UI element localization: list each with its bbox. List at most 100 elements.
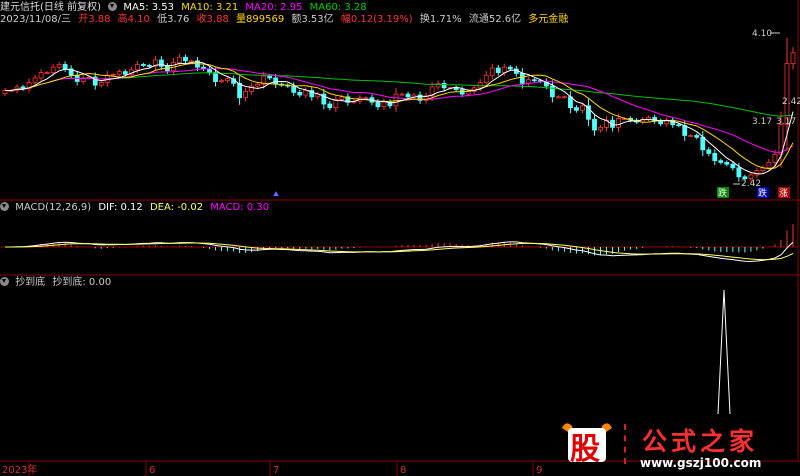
- candle-body: [339, 96, 345, 100]
- watermark-name: 公式之家: [642, 427, 759, 456]
- candle-body: [706, 149, 712, 154]
- date-label: 2023/11/08/三: [0, 14, 72, 25]
- amount-label: 额3.53亿: [291, 14, 334, 25]
- candle-body: [183, 56, 188, 62]
- blue-triangle-marker: [273, 191, 279, 196]
- ma10-line: [5, 62, 794, 170]
- ma60-label: MA60: 3.28: [309, 2, 367, 13]
- watermark-separator: [624, 424, 630, 464]
- candle-body: [255, 83, 261, 87]
- indicator-spike: [717, 289, 731, 415]
- watermark-url: www.gszj100.com: [640, 456, 762, 470]
- x-tick-label: 7: [273, 465, 279, 476]
- candle-body: [766, 162, 772, 169]
- signal-label-1: 跌: [718, 188, 727, 199]
- ma60-line: [5, 72, 794, 117]
- candle-body: [273, 77, 279, 85]
- candle-body: [363, 97, 369, 100]
- candle-body: [243, 91, 249, 99]
- x-tick-label: 8: [400, 465, 406, 476]
- chevron-down-icon[interactable]: [0, 202, 9, 211]
- dea-line: [5, 242, 794, 261]
- concept-label[interactable]: 多元金融: [528, 14, 568, 25]
- ma-lines: [5, 61, 794, 175]
- candle-body: [525, 79, 531, 84]
- candle-body: [712, 153, 718, 162]
- candle-body: [327, 103, 333, 109]
- candle-body: [453, 87, 459, 91]
- candle-body: [303, 90, 309, 96]
- low-right-label: 2.42: [782, 97, 800, 107]
- macd-panel: [5, 224, 794, 262]
- open-label: 开3.88: [78, 14, 111, 25]
- low-label: 低3.76: [157, 14, 190, 25]
- candle-body: [477, 82, 483, 89]
- ma20-label: MA20: 2.95: [245, 2, 303, 13]
- ref-price-label: 3.17: [776, 117, 796, 127]
- watermark-logo: 股: [558, 420, 612, 467]
- dif-label: DIF: 0.12: [98, 202, 143, 213]
- stock-chart-window: { "header": { "title": "建元信托(日线 前复权)", "…: [0, 0, 800, 476]
- candle-body: [736, 167, 742, 178]
- candle-body: [676, 124, 682, 127]
- macd-header: MACD(12,26,9) DIF: 0.12 DEA: -0.02 MACD:…: [0, 201, 273, 215]
- candle-body: [213, 72, 218, 82]
- candle-body: [291, 85, 297, 93]
- indicator-panel: [717, 289, 731, 415]
- candle-body: [110, 73, 116, 76]
- candle-body: [38, 72, 44, 79]
- candle-body: [158, 59, 164, 67]
- candle-body: [574, 107, 579, 111]
- candle-body: [267, 75, 273, 79]
- candle-body: [399, 93, 405, 96]
- candle-body: [495, 67, 501, 73]
- signal-label-2: 跌: [758, 188, 767, 199]
- candle-body: [754, 170, 760, 176]
- candle-body: [435, 82, 441, 88]
- watermark: 股 公式之家 www.gszj100.com: [558, 420, 798, 474]
- ma10-label: MA10: 3.21: [181, 2, 239, 13]
- x-tick-label: 9: [536, 465, 542, 476]
- candle-body: [489, 67, 495, 76]
- macd-name: MACD(12,26,9): [15, 202, 92, 213]
- candle-body: [658, 120, 664, 125]
- candle-body: [134, 64, 140, 71]
- chart-canvas: 4.10 2.42 3.17 3.17 2.42 跌 跌 涨 2023年 6 7…: [0, 0, 800, 476]
- candle-body: [375, 101, 381, 108]
- high-price-label: 4.10: [752, 29, 772, 39]
- candle-body: [519, 73, 525, 84]
- ma5-label: MA5: 3.53: [123, 2, 175, 13]
- candle-body: [592, 118, 597, 131]
- candle-body: [140, 64, 146, 66]
- high-label: 高4.10: [117, 14, 150, 25]
- chevron-down-icon[interactable]: [0, 277, 9, 286]
- candle-body: [219, 80, 224, 83]
- candle-body: [507, 66, 513, 70]
- x-tick-label: 2023年: [2, 463, 37, 476]
- candle-body: [531, 79, 537, 82]
- indicator-value: 抄到底: 0.00: [52, 277, 112, 288]
- candle-body: [177, 56, 182, 64]
- x-tick-label: 6: [149, 465, 155, 476]
- change-label: 幅0.12(3.19%): [340, 14, 413, 25]
- candle-body: [688, 135, 694, 137]
- candle-body: [44, 72, 50, 74]
- candle-body: [405, 93, 411, 98]
- candles: [2, 37, 796, 182]
- candle-body: [616, 117, 621, 128]
- candle-body: [237, 82, 242, 99]
- candle-body: [32, 77, 38, 83]
- candle-body: [122, 71, 128, 75]
- security-title: 建元信托(日线 前复权): [0, 2, 101, 13]
- dea-label: DEA: -0.02: [149, 202, 204, 213]
- candle-body: [562, 96, 567, 99]
- candle-body: [549, 85, 555, 98]
- candle-body: [62, 64, 68, 70]
- candle-body: [483, 74, 489, 83]
- candle-body: [718, 160, 724, 163]
- mid-price-label: 3.17: [752, 117, 772, 127]
- candle-body: [501, 66, 507, 73]
- ma20-line: [5, 67, 794, 153]
- chevron-down-icon[interactable]: [108, 2, 118, 11]
- candle-body: [116, 71, 122, 75]
